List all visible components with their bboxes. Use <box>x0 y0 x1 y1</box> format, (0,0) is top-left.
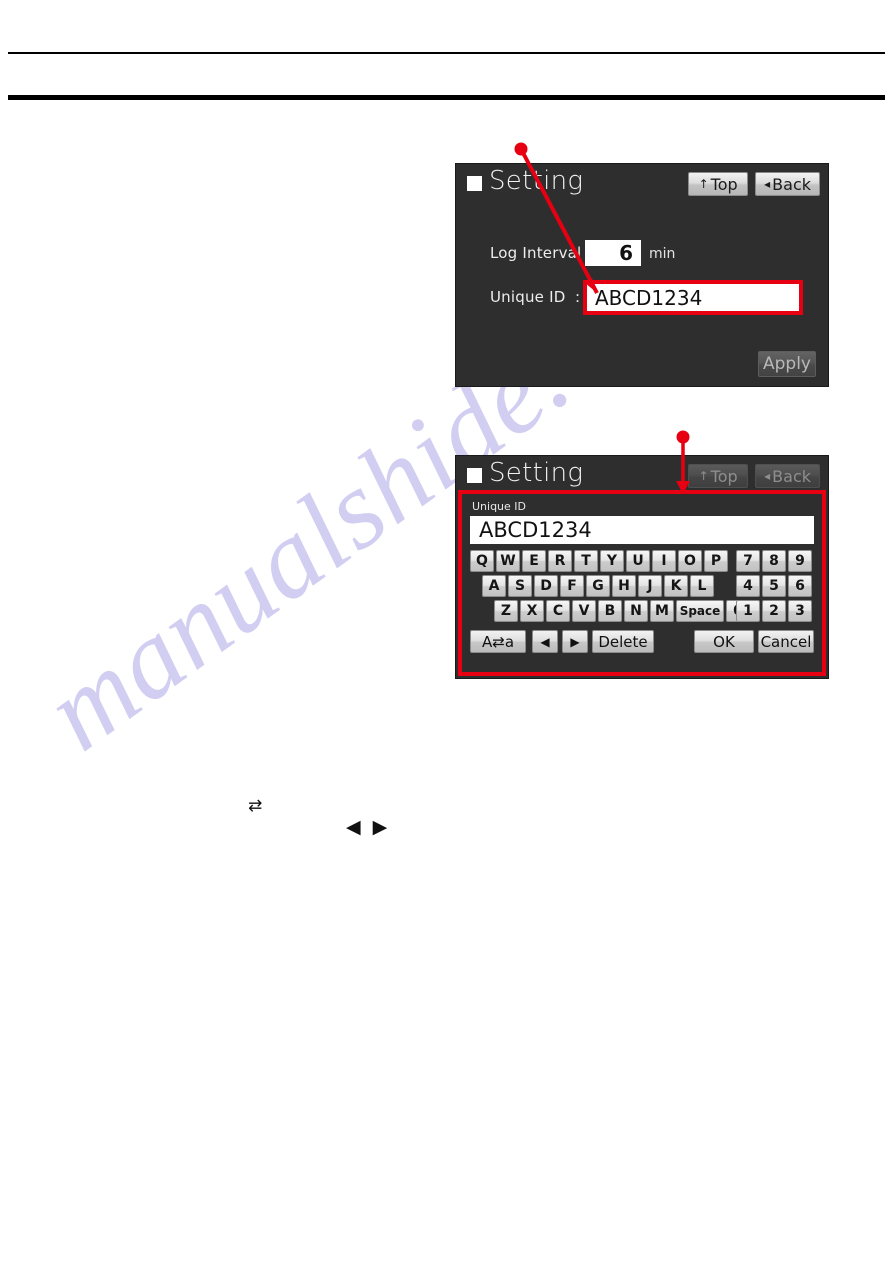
header-rule-thick <box>8 95 885 100</box>
top-button[interactable]: ↑ Top <box>688 464 749 488</box>
key-h[interactable]: H <box>612 575 636 597</box>
callout-dot-2 <box>676 430 690 444</box>
top-button-label: Top <box>710 174 738 194</box>
setting-nav-buttons: ↑ Top ◂ Back <box>688 172 820 196</box>
back-button-label: Back <box>772 466 811 486</box>
key-k[interactable]: K <box>664 575 688 597</box>
key-i[interactable]: I <box>652 550 676 572</box>
key-w[interactable]: W <box>496 550 520 572</box>
keyboard-row-3: ZXCVBNMSpace0123 <box>460 600 824 623</box>
key-s[interactable]: S <box>508 575 532 597</box>
key-u[interactable]: U <box>626 550 650 572</box>
keyboard-function-row: A⇄a ◀ ▶ Delete OK Cancel <box>460 630 824 656</box>
keyboard-field-label: Unique ID <box>472 500 527 513</box>
unique-id-label: Unique ID <box>490 288 566 306</box>
log-interval-input[interactable]: 6 <box>585 240 641 266</box>
key-o[interactable]: O <box>678 550 702 572</box>
left-arrow-icon: ◂ <box>764 469 771 483</box>
title-square-icon <box>467 176 482 191</box>
key-8[interactable]: 8 <box>762 550 786 572</box>
key-m[interactable]: M <box>650 600 674 622</box>
key-space[interactable]: Space <box>676 600 724 622</box>
key-6[interactable]: 6 <box>788 575 812 597</box>
key-d[interactable]: D <box>534 575 558 597</box>
log-interval-unit: min <box>649 246 676 262</box>
cursor-right-button[interactable]: ▶ <box>562 630 588 653</box>
back-button-label: Back <box>772 174 811 194</box>
back-button[interactable]: ◂ Back <box>755 464 820 488</box>
key-z[interactable]: Z <box>494 600 518 622</box>
title-square-icon <box>467 468 482 483</box>
key-r[interactable]: R <box>548 550 572 572</box>
top-button[interactable]: ↑ Top <box>688 172 749 196</box>
key-5[interactable]: 5 <box>762 575 786 597</box>
key-q[interactable]: Q <box>470 550 494 572</box>
keyboard-panel: Setting ↑ Top ◂ Back Unique ID ABCD1234 … <box>456 456 828 678</box>
ok-button[interactable]: OK <box>694 630 754 653</box>
swap-icon: ⇄ <box>248 796 263 816</box>
unique-id-input[interactable]: ABCD1234 <box>587 284 799 311</box>
unique-id-colon: : <box>575 288 581 306</box>
apply-button[interactable]: Apply <box>758 351 816 377</box>
key-l[interactable]: L <box>690 575 714 597</box>
setting-panel: Setting ↑ Top ◂ Back Log Interval : 6 mi… <box>456 164 828 386</box>
key-v[interactable]: V <box>572 600 596 622</box>
callout-dot-1 <box>514 142 528 156</box>
keyboard-keys: QWERTYUIOP789 ASDFGHJKL456 ZXCVBNMSpace0… <box>460 550 824 625</box>
keyboard-row-2: ASDFGHJKL456 <box>460 575 824 598</box>
key-a[interactable]: A <box>482 575 506 597</box>
key-j[interactable]: J <box>638 575 662 597</box>
keyboard-nav-buttons: ↑ Top ◂ Back <box>688 464 820 488</box>
keyboard-panel-title: Setting <box>489 458 584 488</box>
back-button[interactable]: ◂ Back <box>755 172 820 196</box>
key-7[interactable]: 7 <box>736 550 760 572</box>
key-t[interactable]: T <box>574 550 598 572</box>
keyboard-panel-titlebar: Setting ↑ Top ◂ Back <box>456 456 828 496</box>
setting-panel-title: Setting <box>489 166 584 196</box>
key-n[interactable]: N <box>624 600 648 622</box>
setting-panel-titlebar: Setting ↑ Top ◂ Back <box>456 164 828 204</box>
case-toggle-button[interactable]: A⇄a <box>470 630 526 653</box>
cancel-button[interactable]: Cancel <box>758 630 814 653</box>
key-x[interactable]: X <box>520 600 544 622</box>
delete-button[interactable]: Delete <box>592 630 654 653</box>
key-b[interactable]: B <box>598 600 622 622</box>
up-arrow-icon: ↑ <box>698 469 709 483</box>
keyboard-row-1: QWERTYUIOP789 <box>460 550 824 573</box>
left-right-arrows-icon: ◀ ▶ <box>346 816 391 838</box>
key-1[interactable]: 1 <box>736 600 760 622</box>
cursor-left-button[interactable]: ◀ <box>532 630 558 653</box>
key-p[interactable]: P <box>704 550 728 572</box>
key-c[interactable]: C <box>546 600 570 622</box>
left-arrow-icon: ◂ <box>764 177 771 191</box>
key-y[interactable]: Y <box>600 550 624 572</box>
key-e[interactable]: E <box>522 550 546 572</box>
log-interval-label: Log Interval : <box>490 244 592 262</box>
key-2[interactable]: 2 <box>762 600 786 622</box>
key-3[interactable]: 3 <box>788 600 812 622</box>
key-9[interactable]: 9 <box>788 550 812 572</box>
key-f[interactable]: F <box>560 575 584 597</box>
top-button-label: Top <box>710 466 738 486</box>
key-4[interactable]: 4 <box>736 575 760 597</box>
key-g[interactable]: G <box>586 575 610 597</box>
up-arrow-icon: ↑ <box>698 177 709 191</box>
keyboard-area: Unique ID ABCD1234 QWERTYUIOP789 ASDFGHJ… <box>460 492 824 674</box>
keyboard-text-input[interactable]: ABCD1234 <box>470 516 814 544</box>
header-rule-thin <box>8 52 885 54</box>
